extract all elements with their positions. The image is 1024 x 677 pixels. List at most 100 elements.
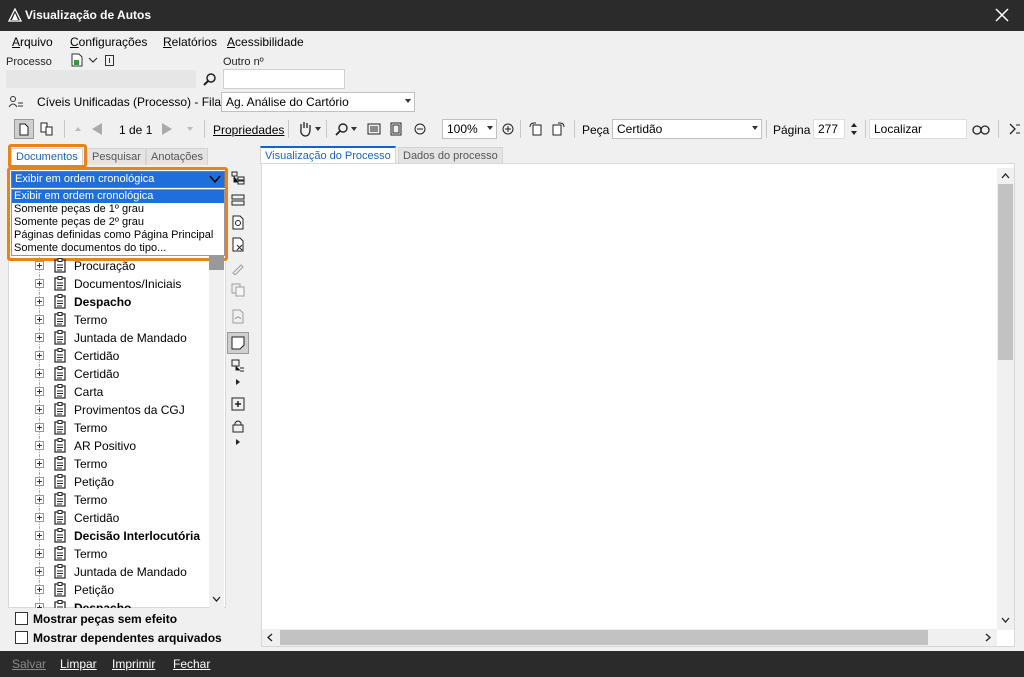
tree-item[interactable]: Termo: [10, 455, 210, 473]
properties-button[interactable]: Propriedades: [213, 123, 284, 137]
expand-plus-icon[interactable]: [35, 585, 44, 594]
menu-relatorios[interactable]: Relatórios: [163, 35, 217, 49]
note-icon[interactable]: [227, 332, 249, 354]
tree-item[interactable]: Termo: [10, 311, 210, 329]
document-search-icon[interactable]: [228, 212, 248, 232]
tree-item[interactable]: Procuração: [10, 257, 210, 275]
expand-plus-icon[interactable]: [35, 315, 44, 324]
expand-plus-icon[interactable]: [35, 531, 44, 540]
previous-page-icon[interactable]: [88, 120, 106, 138]
scroll-up-icon[interactable]: [1001, 173, 1010, 179]
next-page-icon[interactable]: [158, 120, 176, 138]
viewer-vertical-scrollbar[interactable]: [997, 168, 1014, 630]
close-icon[interactable]: [994, 6, 1010, 24]
viewer-horizontal-scrollbar[interactable]: [262, 629, 997, 646]
salvar-button[interactable]: Salvar: [12, 657, 46, 671]
pan-hand-icon[interactable]: [296, 120, 314, 138]
scroll-down-icon[interactable]: [212, 596, 221, 602]
menu-acessibilidade[interactable]: Acessibilidade: [227, 35, 304, 49]
search-icon[interactable]: [202, 71, 218, 87]
peca-select[interactable]: Certidão: [612, 119, 762, 139]
tree-item[interactable]: Termo: [10, 419, 210, 437]
limpar-button[interactable]: Limpar: [60, 657, 97, 671]
scroll-right-icon[interactable]: [985, 633, 991, 642]
tree-item[interactable]: Provimentos da CGJ: [10, 401, 210, 419]
imprimir-button[interactable]: Imprimir: [112, 657, 155, 671]
tree-item[interactable]: Decisão Interlocutória: [10, 527, 210, 545]
pagina-input[interactable]: 277: [813, 119, 845, 139]
scrollbar-thumb[interactable]: [998, 184, 1013, 360]
attachment-list-icon[interactable]: [228, 356, 248, 376]
tree-item[interactable]: Juntada de Mandado: [10, 563, 210, 581]
fit-page-icon[interactable]: [388, 121, 404, 137]
tree-item[interactable]: Despacho: [10, 293, 210, 311]
last-page-icon[interactable]: [184, 122, 196, 136]
tree-item[interactable]: Carta: [10, 383, 210, 401]
signature-icon[interactable]: [228, 306, 248, 326]
fechar-button[interactable]: Fechar: [173, 657, 210, 671]
rotate-left-icon[interactable]: [527, 120, 545, 138]
chevron-down-icon[interactable]: [315, 126, 321, 132]
chevron-down-icon[interactable]: [351, 126, 357, 132]
expand-plus-icon[interactable]: [35, 459, 44, 468]
expand-plus-icon[interactable]: [35, 513, 44, 522]
binoculars-icon[interactable]: [971, 121, 991, 137]
tree-item[interactable]: Termo: [10, 545, 210, 563]
document-view-icon[interactable]: [14, 119, 34, 139]
tree-expand-icon[interactable]: [228, 168, 248, 188]
expand-plus-icon[interactable]: [35, 423, 44, 432]
tree-item[interactable]: Certidão: [10, 347, 210, 365]
expand-plus-icon[interactable]: [35, 477, 44, 486]
tree-item[interactable]: Documentos/Iniciais: [10, 275, 210, 293]
document-viewer[interactable]: [261, 163, 1015, 647]
tab-dados-processo[interactable]: Dados do processo: [398, 147, 503, 164]
expand-plus-icon[interactable]: [35, 387, 44, 396]
document-remove-icon[interactable]: [228, 234, 248, 254]
tree-item[interactable]: Juntada de Mandado: [10, 329, 210, 347]
tab-visualizacao[interactable]: Visualização do Processo: [260, 146, 396, 164]
zoom-in-icon[interactable]: [501, 122, 515, 136]
tree-item[interactable]: Certidão: [10, 365, 210, 383]
zoom-out-icon[interactable]: [413, 122, 427, 136]
expand-plus-icon[interactable]: [35, 441, 44, 450]
expand-plus-icon[interactable]: [35, 333, 44, 342]
first-page-icon[interactable]: [72, 122, 84, 136]
expand-panel-icon[interactable]: [1006, 120, 1022, 138]
processo-input-blurred[interactable]: [6, 70, 196, 88]
menu-configuracoes[interactable]: Configurações: [70, 35, 147, 49]
copy-icon[interactable]: [228, 280, 248, 300]
zoom-tool-icon[interactable]: [334, 120, 350, 138]
queue-select[interactable]: Ag. Análise do Cartório: [221, 92, 415, 112]
checkbox-pecas-sem-efeito[interactable]: [15, 612, 28, 625]
rotate-right-icon[interactable]: [549, 120, 567, 138]
scroll-down-icon[interactable]: [1001, 617, 1010, 623]
info-icon[interactable]: [104, 54, 114, 66]
lock-icon[interactable]: [228, 416, 248, 436]
tree-item[interactable]: Despacho: [10, 599, 210, 608]
outro-numero-input[interactable]: [223, 69, 345, 89]
new-document-icon[interactable]: [70, 52, 84, 68]
scrollbar-thumb[interactable]: [209, 256, 224, 270]
tree-collapse-icon[interactable]: [228, 190, 248, 210]
expand-plus-icon[interactable]: [35, 351, 44, 360]
add-document-icon[interactable]: [228, 394, 248, 414]
expand-plus-icon[interactable]: [35, 567, 44, 576]
expand-plus-icon[interactable]: [35, 603, 44, 608]
tree-item[interactable]: AR Positivo: [10, 437, 210, 455]
scroll-left-icon[interactable]: [267, 633, 273, 642]
expand-plus-icon[interactable]: [35, 279, 44, 288]
chevron-down-icon[interactable]: [88, 55, 98, 65]
tab-pesquisar[interactable]: Pesquisar: [87, 148, 146, 165]
fit-width-icon[interactable]: [366, 121, 382, 137]
chevron-right-icon[interactable]: [234, 378, 242, 386]
tree-item[interactable]: Certidão: [10, 509, 210, 527]
tree-item[interactable]: Petição: [10, 473, 210, 491]
edit-icon[interactable]: [228, 258, 248, 278]
expand-plus-icon[interactable]: [35, 261, 44, 270]
expand-plus-icon[interactable]: [35, 369, 44, 378]
tab-anotacoes[interactable]: Anotações: [146, 148, 208, 165]
tree-scrollbar[interactable]: [209, 256, 224, 608]
find-input[interactable]: Localizar: [869, 119, 967, 139]
expand-plus-icon[interactable]: [35, 549, 44, 558]
page-spinner-icon[interactable]: [848, 119, 860, 139]
